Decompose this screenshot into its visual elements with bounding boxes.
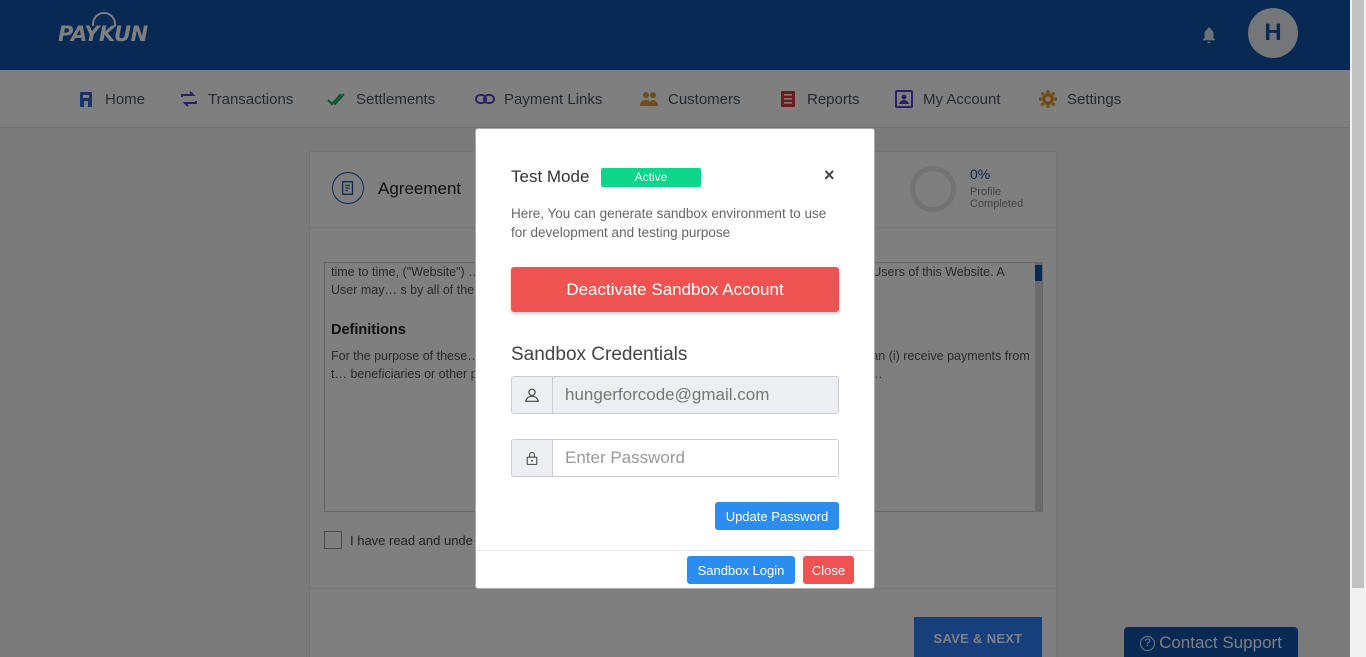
page-scroll-thumb[interactable] (1352, 0, 1364, 588)
email-field[interactable] (553, 377, 838, 413)
password-field[interactable] (553, 440, 838, 476)
status-badge: Active (601, 168, 701, 187)
update-password-button[interactable]: Update Password (715, 502, 839, 530)
test-mode-modal: Test Mode Active × Here, You can generat… (475, 128, 875, 589)
credentials-title: Sandbox Credentials (511, 344, 688, 365)
email-input-group (511, 376, 839, 414)
close-button[interactable]: Close (803, 556, 854, 584)
modal-footer-divider (476, 550, 874, 551)
modal-description: Here, You can generate sandbox environme… (511, 206, 827, 240)
password-input-group (511, 439, 839, 477)
sandbox-login-button[interactable]: Sandbox Login (687, 556, 795, 584)
user-icon (512, 377, 553, 413)
lock-icon (512, 440, 553, 476)
deactivate-sandbox-button[interactable]: Deactivate Sandbox Account (511, 267, 839, 312)
close-icon[interactable]: × (824, 165, 835, 186)
modal-title: Test Mode (511, 167, 590, 186)
